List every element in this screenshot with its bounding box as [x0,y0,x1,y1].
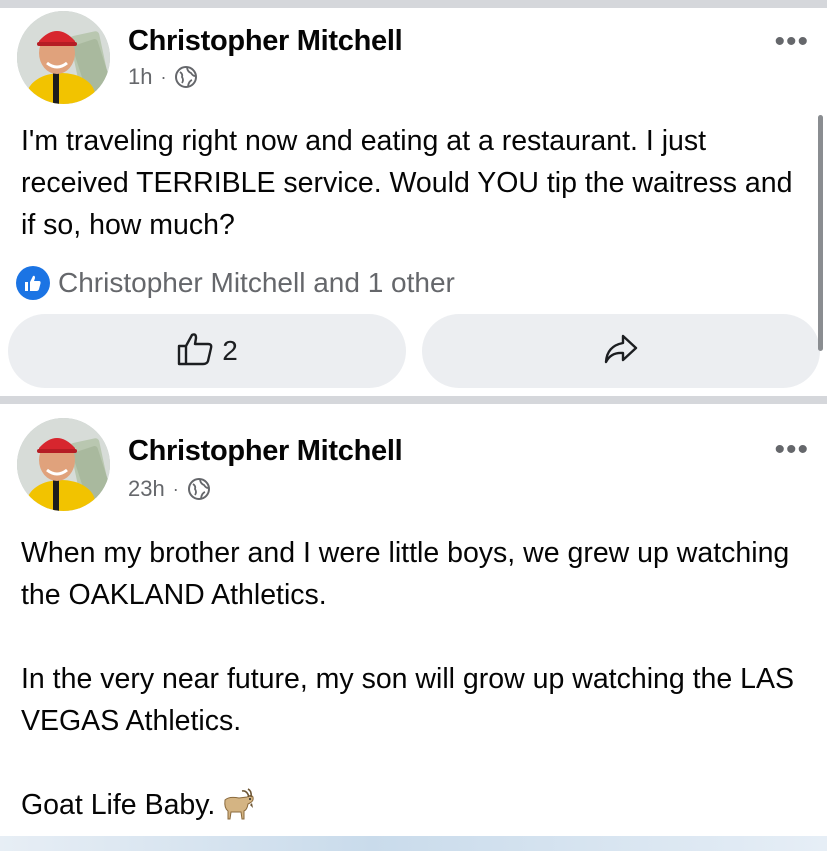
feed-bottom-edge [0,836,827,851]
feed-separator [0,396,827,404]
post-text: I'm traveling right now and eating at a … [21,120,811,246]
post-paragraph: I'm traveling right now and eating at a … [21,125,793,241]
reactions-text: Christopher Mitchell and 1 other [58,267,455,298]
avatar[interactable] [17,11,110,104]
post-card: Christopher Mitchell 1h · ••• I'm travel… [0,8,827,396]
more-options-button[interactable]: ••• [774,27,809,57]
like-count: 2 [222,335,238,366]
post-card: Christopher Mitchell 23h · ••• When my b… [0,404,827,834]
globe-icon [187,477,211,501]
globe-icon [174,65,198,89]
author-name[interactable]: Christopher Mitchell [128,25,403,58]
more-options-button[interactable]: ••• [774,435,809,465]
post-paragraph: When my brother and I were little boys, … [21,537,790,611]
post-paragraph: In the very near future, my son will gro… [21,663,795,737]
post-timestamp[interactable]: 23h [128,476,165,502]
post-timestamp[interactable]: 1h [128,64,152,90]
share-button[interactable] [422,314,820,388]
avatar[interactable] [17,418,110,511]
like-button[interactable]: 2 [8,314,406,388]
scrollbar[interactable] [818,115,823,351]
meta-separator: · [160,66,167,87]
meta-separator: · [172,478,179,499]
post-text: When my brother and I were little boys, … [21,532,811,834]
like-badge-icon [16,266,50,300]
reactions-summary[interactable]: Christopher Mitchell and 1 other [16,266,455,300]
share-arrow-icon [601,331,641,372]
goat-icon [217,788,257,834]
post-meta: 1h · [128,64,198,90]
post-paragraph-text: Goat Life Baby. [21,789,216,821]
post-paragraph-last: Goat Life Baby. [21,784,811,834]
post-meta: 23h · [128,476,211,502]
feed-separator-top [0,0,827,8]
author-name[interactable]: Christopher Mitchell [128,435,403,468]
thumbs-up-icon [176,331,216,372]
